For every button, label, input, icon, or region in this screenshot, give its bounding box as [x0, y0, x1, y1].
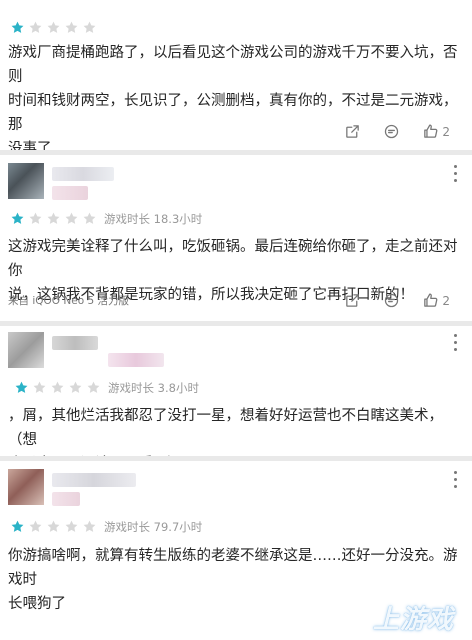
star-icon — [47, 212, 60, 224]
badge-blurred — [108, 353, 164, 367]
star-icon — [65, 212, 78, 224]
share-button[interactable] — [344, 292, 361, 309]
rating-stars — [14, 380, 101, 395]
username-blurred — [52, 473, 136, 487]
star-icon — [83, 520, 96, 532]
avatar — [8, 332, 44, 368]
like-count: 2 — [442, 124, 450, 139]
star-icon — [65, 520, 78, 532]
star-icon — [69, 381, 82, 393]
star-icon — [29, 21, 42, 33]
like-count: 2 — [442, 293, 450, 308]
review-card-1: 游戏厂商提桶跑路了，以后看见这个游戏公司的游戏千万不要入坑，否则 时间和钱财两空… — [0, 0, 472, 150]
star-icon — [65, 21, 78, 33]
more-options-button[interactable] — [452, 471, 458, 491]
review-text: ，屑，其他烂活我都忍了没打一星，想着好好运营也不白瞎这美术，（想 吃瓜去公司评论… — [8, 408, 443, 448]
rating-stars — [10, 20, 97, 35]
star-icon — [11, 212, 24, 224]
badge-blurred — [52, 492, 80, 506]
review-card-3: 游戏时长 3.8小时 ，屑，其他烂活我都忍了没打一星，想着好好运营也不白瞎这美术… — [0, 326, 472, 456]
review-card-2: 游戏时长 18.3小时 这游戏完美诠释了什么叫，吃饭砸锅。最后连碗给你砸了，走之… — [0, 155, 472, 321]
star-icon — [51, 381, 64, 393]
playtime: 游戏时长 18.3小时 — [104, 212, 203, 226]
more-vertical-icon — [453, 165, 457, 168]
star-icon — [29, 212, 42, 224]
avatar — [8, 469, 44, 505]
review-actions: 2 — [344, 123, 450, 140]
badge-blurred — [52, 186, 88, 200]
review-actions: 2 — [344, 292, 450, 309]
star-icon — [15, 381, 28, 393]
username-blurred — [52, 167, 114, 181]
share-icon — [346, 125, 360, 138]
star-icon — [11, 520, 24, 532]
star-icon — [83, 212, 96, 224]
more-options-button[interactable] — [452, 165, 458, 185]
more-vertical-icon — [453, 334, 457, 337]
more-options-button[interactable] — [452, 334, 458, 354]
rating-stars — [10, 519, 97, 534]
star-icon — [11, 21, 24, 33]
comment-icon — [385, 124, 399, 139]
thumbs-up-icon — [424, 293, 438, 307]
star-icon — [29, 520, 42, 532]
username-blurred — [52, 336, 98, 350]
like-button[interactable]: 2 — [422, 123, 450, 140]
comment-button[interactable] — [383, 292, 400, 309]
star-icon — [47, 520, 60, 532]
share-button[interactable] — [344, 123, 361, 140]
share-icon — [346, 294, 360, 307]
more-vertical-icon — [453, 471, 457, 474]
thumbs-up-icon — [424, 124, 438, 138]
watermark-logo: 上游戏 — [372, 605, 454, 635]
star-icon — [83, 21, 96, 33]
star-icon — [33, 381, 46, 393]
rating-stars — [10, 211, 97, 226]
device-label: 来自 iQOO Neo 5 活力版 — [8, 295, 129, 307]
comment-button[interactable] — [383, 123, 400, 140]
like-button[interactable]: 2 — [422, 292, 450, 309]
playtime: 游戏时长 3.8小时 — [108, 381, 199, 395]
star-icon — [87, 381, 100, 393]
star-icon — [47, 21, 60, 33]
comment-icon — [385, 293, 399, 308]
playtime: 游戏时长 79.7小时 — [104, 520, 203, 534]
avatar — [8, 163, 44, 199]
